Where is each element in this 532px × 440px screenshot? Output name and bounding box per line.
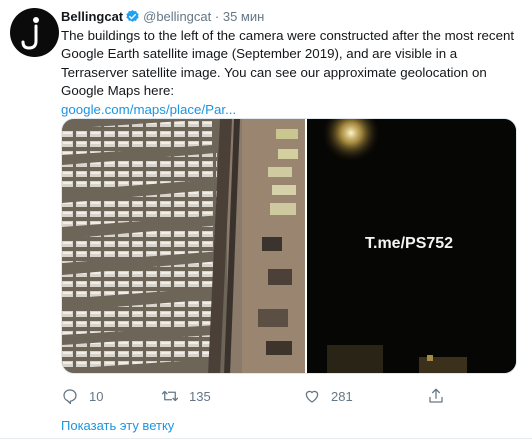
like-icon	[305, 390, 319, 403]
like-button[interactable]: 281	[303, 386, 353, 406]
show-thread-link[interactable]: Показать эту ветку	[61, 418, 174, 433]
author-name[interactable]: Bellingcat	[61, 9, 123, 24]
tweet-link[interactable]: google.com/maps/place/Par...	[61, 101, 521, 119]
reply-button[interactable]: 10	[61, 386, 103, 406]
retweet-button[interactable]: 135	[161, 386, 211, 406]
share-icon	[429, 388, 443, 403]
retweet-icon	[161, 390, 179, 402]
author-handle[interactable]: @bellingcat	[143, 9, 211, 24]
separator-dot: ·	[214, 9, 220, 24]
divider	[0, 438, 532, 439]
tweet-header: Bellingcat @bellingcat · 35 мин	[61, 8, 264, 28]
tweet-text: The buildings to the left of the camera …	[61, 27, 521, 119]
satellite-image[interactable]	[62, 119, 305, 373]
tweet-actions: 10 135 281	[61, 386, 461, 406]
tweet-timestamp[interactable]: 35 мин	[223, 9, 264, 24]
reply-icon	[63, 389, 77, 405]
tweet-body: The buildings to the left of the camera …	[61, 28, 515, 99]
reply-count: 10	[89, 388, 104, 404]
video-still[interactable]: T.me/PS752	[307, 119, 516, 373]
bellingcat-logo-icon	[21, 17, 39, 50]
tweet[interactable]: Bellingcat @bellingcat · 35 мин The build…	[0, 0, 532, 410]
verified-badge-icon	[125, 9, 140, 28]
share-button[interactable]	[427, 386, 445, 406]
like-count: 281	[331, 388, 353, 404]
video-overlay-text: T.me/PS752	[365, 235, 454, 252]
tweet-media[interactable]: T.me/PS752	[61, 118, 517, 374]
avatar[interactable]	[10, 8, 59, 57]
retweet-count: 135	[189, 388, 211, 404]
